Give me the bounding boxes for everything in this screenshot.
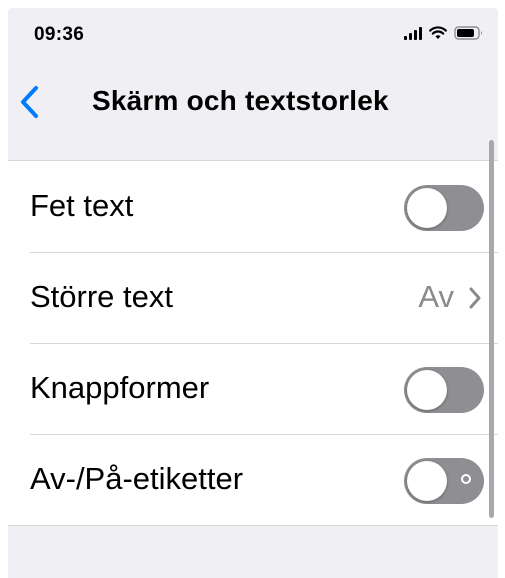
off-circle-icon <box>461 474 471 484</box>
button-shapes-toggle[interactable] <box>404 367 484 413</box>
page-title: Skärm och textstorlek <box>92 85 389 116</box>
chevron-right-icon <box>469 287 481 309</box>
navigation-bar: Skärm och textstorlek <box>8 64 498 140</box>
battery-icon <box>454 26 482 40</box>
status-icons <box>404 26 484 40</box>
scrollbar[interactable] <box>489 140 494 518</box>
setting-label: Större text <box>30 279 173 314</box>
toggle-knob <box>407 370 447 410</box>
back-button[interactable] <box>14 82 50 122</box>
wifi-icon <box>429 26 447 39</box>
setting-label: Av-/På-etiketter <box>30 461 244 496</box>
status-time: 09:36 <box>34 24 85 45</box>
bold-text-toggle[interactable] <box>404 185 484 231</box>
chevron-left-icon <box>21 86 38 118</box>
setting-value: Av <box>418 279 454 314</box>
cellular-signal-icon <box>404 26 422 40</box>
setting-row-bold-text: Fet text <box>8 161 498 252</box>
screen: 09:36 Skärm och textstorlek Fet text Stö… <box>8 8 498 578</box>
settings-list: Fet text Större text Av Knappformer Av-/… <box>8 160 498 526</box>
setting-row-button-shapes: Knappformer <box>8 343 498 434</box>
setting-row-larger-text[interactable]: Större text Av <box>8 252 498 343</box>
on-off-labels-toggle[interactable] <box>404 458 484 504</box>
setting-label: Fet text <box>30 188 134 223</box>
toggle-knob <box>407 461 447 501</box>
toggle-knob <box>407 188 447 228</box>
status-bar: 09:36 <box>8 8 498 64</box>
setting-row-on-off-labels: Av-/På-etiketter <box>8 434 498 525</box>
setting-label: Knappformer <box>30 370 210 405</box>
